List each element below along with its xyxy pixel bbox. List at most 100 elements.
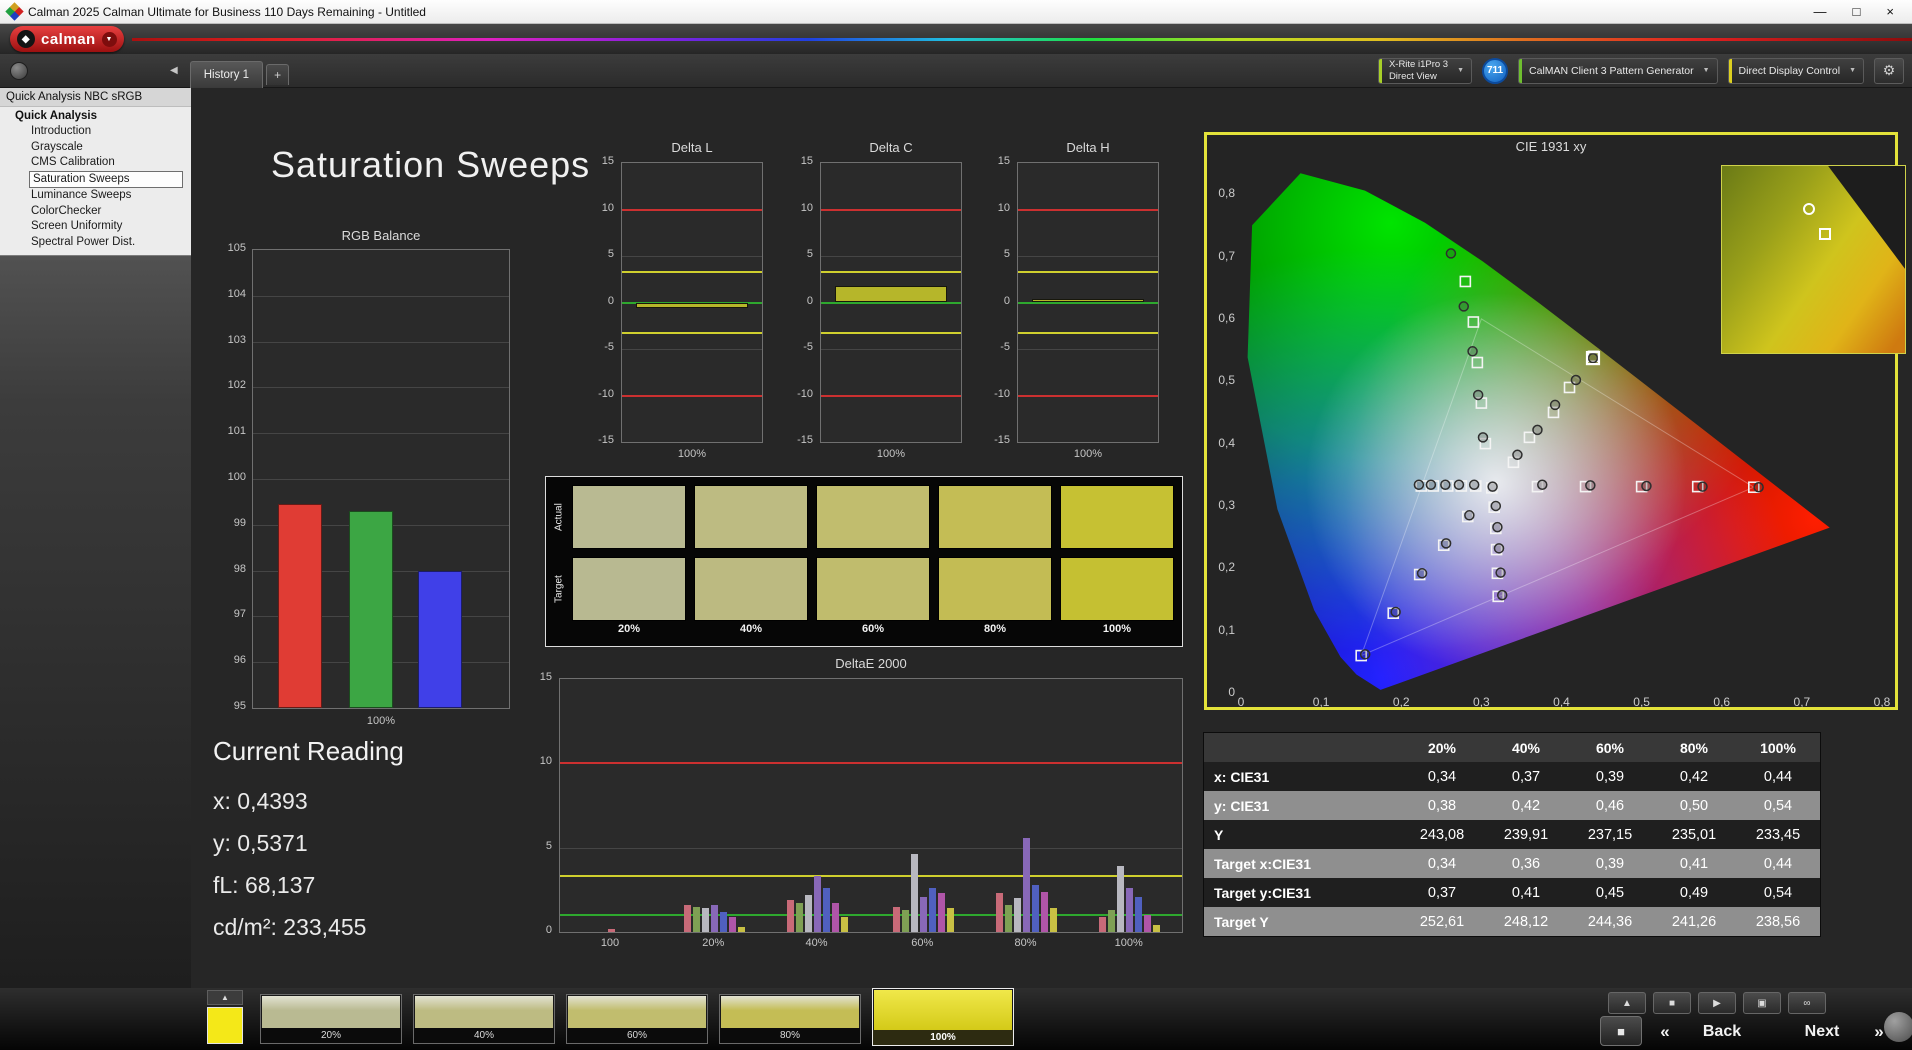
collapse-up-button[interactable]: ▲ [1608, 992, 1646, 1014]
table-cell: 238,56 [1755, 913, 1801, 930]
y-axis-label: 96 [233, 654, 246, 667]
saturation-data-table: 20% 40% 60% 80% 100% x: CIE31 0,34 0,37 0,39 0,4… [1203, 732, 1821, 937]
logo-menu-caret-icon[interactable]: ▼ [101, 31, 117, 47]
pattern-generator-dropdown[interactable]: CalMAN Client 3 Pattern Generator ▼ [1518, 57, 1718, 84]
add-tab-button[interactable]: + [266, 64, 290, 85]
pattern-button-80%[interactable]: 80% [719, 994, 861, 1044]
session-status-icon[interactable] [10, 61, 28, 80]
next-button[interactable]: Next [1784, 1018, 1860, 1046]
table-cell: 0,44 [1763, 855, 1793, 872]
maximize-button[interactable]: □ [1853, 2, 1861, 22]
deltae-bar [814, 876, 821, 932]
y-axis-label: 0,8 [1218, 186, 1235, 201]
tab-history-1[interactable]: History 1 [189, 61, 264, 88]
deltae-bar [1005, 905, 1012, 932]
patch-swatch-actual-20% [572, 485, 686, 549]
pattern-button-40%[interactable]: 40% [413, 994, 555, 1044]
table-cell: 0,41 [1511, 884, 1541, 901]
back-button[interactable]: Back [1684, 1018, 1760, 1046]
reference-line [1018, 208, 1158, 211]
table-row-label: Target Y [1214, 913, 1269, 930]
y-axis-label: 10 [539, 755, 552, 768]
table-cell: 0,44 [1763, 768, 1793, 785]
reference-line [821, 208, 961, 211]
patch-swatch-actual-100% [1060, 485, 1174, 549]
cie-measurement-marker [1492, 521, 1503, 533]
cie-measurement-marker [1468, 479, 1480, 490]
table-cell: 0,39 [1595, 855, 1625, 872]
current-pattern-swatch[interactable] [207, 1007, 243, 1044]
y-axis-label: 15 [997, 155, 1010, 167]
table-cell: 0,37 [1427, 884, 1457, 901]
sidebar-item-cms-calibration[interactable]: CMS Calibration [0, 155, 191, 171]
table-cell: 0,42 [1511, 797, 1541, 814]
sidebar-item-luminance-sweeps[interactable]: Luminance Sweeps [0, 188, 191, 204]
pattern-window-button[interactable]: ▣ [1743, 992, 1781, 1014]
rgb-balance-bar-red [278, 504, 322, 708]
sidebar-item-introduction[interactable]: Introduction [0, 124, 191, 140]
patch-swatch-actual-80% [938, 485, 1052, 549]
current-reading-x: x: 0,4393 [213, 788, 308, 814]
cie-measurement-marker [1495, 567, 1506, 578]
gridline [253, 479, 509, 480]
sidebar-item-screen-uniformity[interactable]: Screen Uniformity [0, 219, 191, 235]
settings-gear-button[interactable]: ⚙ [1874, 57, 1904, 84]
pattern-button-label: 20% [261, 1028, 401, 1043]
table-header-cell: 60% [1595, 739, 1625, 756]
current-reading-fl: fL: 68,137 [213, 872, 316, 898]
minimize-button[interactable]: — [1814, 2, 1827, 22]
cie-measurement-marker [1416, 568, 1428, 579]
cie-measurement-marker [1490, 500, 1502, 512]
deltae-bar [1099, 916, 1107, 932]
workflow-root-node[interactable]: Quick Analysis [0, 107, 191, 124]
y-axis-label: 104 [227, 287, 246, 300]
loop-button[interactable]: ∞ [1788, 992, 1826, 1014]
gridline [622, 349, 762, 350]
gridline [1018, 349, 1158, 350]
cie-measurement-marker [1445, 248, 1457, 259]
table-row-label: Target y:CIE31 [1214, 884, 1311, 901]
y-axis-label: 15 [539, 671, 552, 683]
reference-line [1018, 332, 1158, 335]
close-button[interactable]: × [1886, 2, 1894, 22]
patch-swatch-target-80% [938, 557, 1052, 621]
table-row: Target x:CIE31 0,34 0,36 0,39 0,41 0,44 [1204, 849, 1820, 878]
x-axis-label: 0,6 [1713, 695, 1731, 709]
sidebar-item-grayscale[interactable]: Grayscale [0, 140, 191, 156]
table-cell: 0,34 [1427, 855, 1457, 872]
table-row: Y 243,08 239,91 237,15 235,01 233,45 [1204, 820, 1820, 849]
play-button[interactable]: ▶ [1698, 992, 1736, 1014]
cie-measurement-marker [1458, 301, 1469, 312]
table-header-cell: 100% [1760, 739, 1796, 756]
display-control-dropdown[interactable]: Direct Display Control ▼ [1727, 57, 1864, 84]
swatch-collapse-button[interactable]: ▲ [207, 990, 243, 1005]
sidebar-item-saturation-sweeps[interactable]: Saturation Sweeps [29, 170, 183, 188]
pattern-window-toggle-button[interactable]: ■ [1600, 1016, 1642, 1046]
sidebar-item-spectral-power-dist-[interactable]: Spectral Power Dist. [0, 235, 191, 251]
pattern-button-label: 40% [414, 1028, 554, 1043]
meter-dropdown[interactable]: X-Rite i1Pro 3 Direct View ▼ [1377, 57, 1473, 84]
sidebar-item-colorchecker[interactable]: ColorChecker [0, 204, 191, 220]
cie-inset-measure-marker [1802, 203, 1815, 216]
pattern-button-label: 60% [567, 1028, 707, 1043]
x-axis-label: 0 [1237, 695, 1245, 709]
table-cell: 239,91 [1503, 826, 1549, 843]
y-axis-label: 10 [800, 201, 813, 214]
stop-button[interactable]: ■ [1653, 992, 1691, 1014]
x-axis-label: 100% [1114, 937, 1143, 949]
table-cell: 0,41 [1679, 855, 1709, 872]
y-axis-label: 97 [233, 608, 246, 621]
color-wheel-icon[interactable] [1884, 1012, 1912, 1042]
pattern-button-100%[interactable]: 100% [872, 988, 1014, 1046]
pattern-button-20%[interactable]: 20% [260, 994, 402, 1044]
table-cell: 0,54 [1763, 797, 1793, 814]
reference-line [560, 875, 1182, 878]
x-axis-label: 80% [1014, 937, 1037, 949]
nav-first-button[interactable]: « [1650, 1018, 1680, 1046]
pattern-button-60%[interactable]: 60% [566, 994, 708, 1044]
meter-count-badge[interactable]: 711 [1482, 57, 1509, 84]
sidebar-collapse-icon[interactable]: ◀ [170, 65, 178, 76]
y-axis-label: 100 [227, 471, 246, 483]
calman-logo[interactable]: ◆ calman ▼ [10, 26, 124, 52]
deltae-y-axis: 0 5 10 15 [521, 671, 555, 936]
